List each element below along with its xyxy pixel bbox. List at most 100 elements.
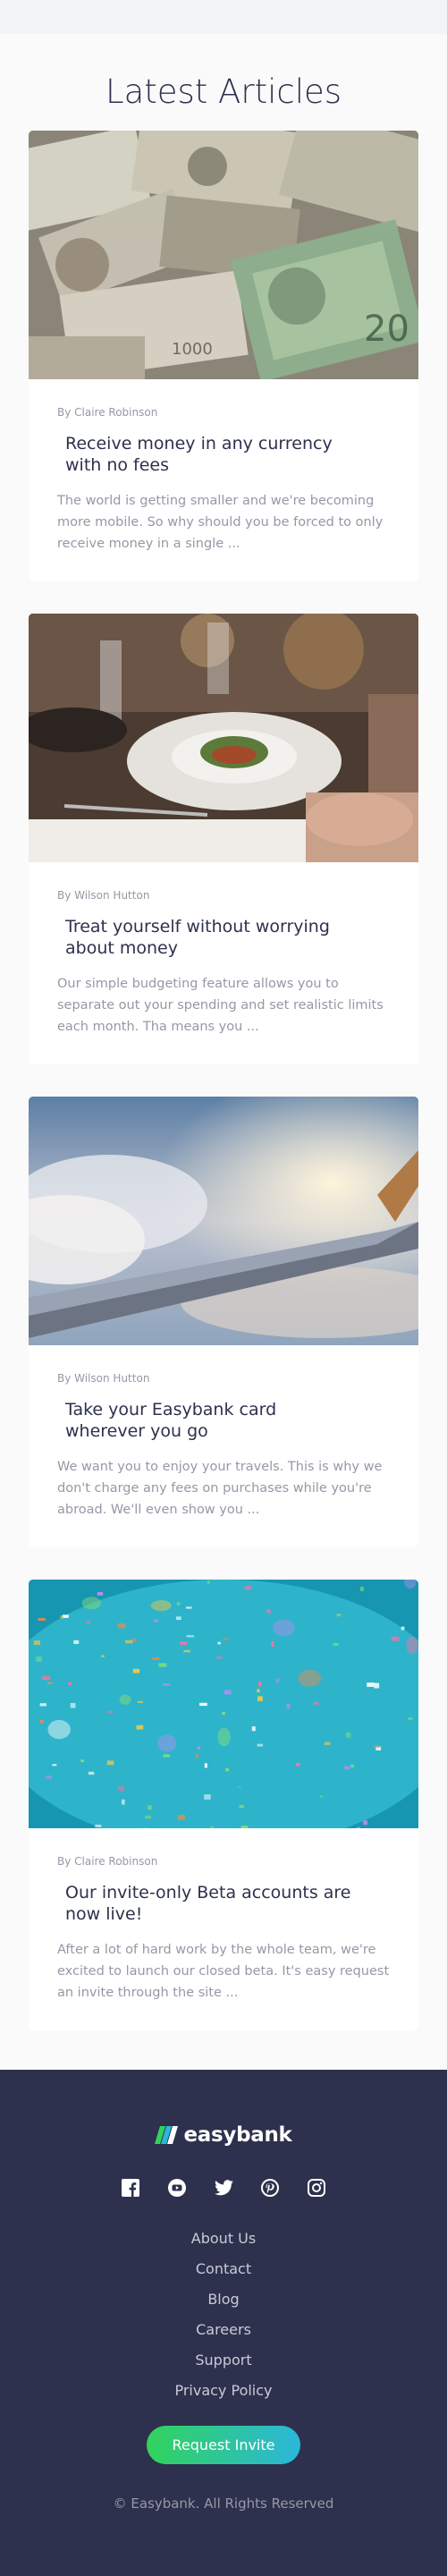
article-image-currency: 20 1000 — [29, 131, 418, 379]
svg-text:20: 20 — [364, 309, 409, 350]
confetti-piece — [137, 1700, 143, 1703]
article-title[interactable]: Receive money in any currency with no fe… — [65, 433, 390, 476]
confetti-piece — [196, 1753, 199, 1758]
confetti-bokeh — [273, 1619, 295, 1637]
confetti-piece — [266, 1609, 271, 1614]
confetti-piece — [204, 1763, 207, 1768]
footer-links: About Us Contact Blog Careers Support Pr… — [0, 2224, 447, 2406]
confetti-piece — [45, 1775, 52, 1780]
article-card[interactable]: By Wilson Hutton Treat yourself without … — [29, 614, 418, 1064]
article-author: By Claire Robinson — [57, 1855, 158, 1868]
easybank-logo[interactable]: easybank — [0, 2123, 447, 2147]
confetti-piece — [319, 1795, 324, 1798]
confetti-piece — [286, 1703, 291, 1709]
confetti-bokeh — [298, 1669, 322, 1687]
social-links — [0, 2178, 447, 2198]
confetti-piece — [183, 1649, 190, 1653]
confetti-piece — [101, 1655, 105, 1657]
confetti-piece — [60, 1615, 64, 1619]
confetti-piece — [240, 1826, 249, 1828]
confetti-piece — [42, 1676, 51, 1681]
confetti-piece — [122, 1799, 125, 1805]
article-body: By Claire Robinson Receive money in any … — [29, 379, 418, 581]
youtube-icon[interactable] — [167, 2178, 187, 2198]
confetti-piece — [163, 1683, 171, 1686]
article-card[interactable]: By Wilson Hutton Take your Easybank card… — [29, 1097, 418, 1547]
footer-link-contact[interactable]: Contact — [0, 2254, 447, 2284]
confetti-piece — [52, 1764, 57, 1767]
footer-link-blog[interactable]: Blog — [0, 2284, 447, 2315]
confetti-piece — [244, 1585, 252, 1590]
confetti-piece — [68, 1682, 72, 1685]
svg-text:1000: 1000 — [172, 340, 213, 359]
confetti-piece — [186, 1635, 194, 1638]
confetti-bokeh — [157, 1734, 177, 1752]
confetti-piece — [180, 1641, 187, 1645]
confetti-piece — [238, 1785, 241, 1788]
confetti-piece — [118, 1785, 125, 1792]
article-card[interactable]: By Claire Robinson Our invite-only Beta … — [29, 1580, 418, 2030]
article-body: By Wilson Hutton Treat yourself without … — [29, 862, 418, 1064]
confetti-piece — [33, 1640, 40, 1645]
confetti-piece — [258, 1682, 262, 1687]
article-title[interactable]: Our invite-only Beta accounts are now li… — [65, 1882, 390, 1925]
instagram-icon[interactable] — [307, 2178, 326, 2198]
confetti-piece — [401, 1626, 405, 1631]
facebook-icon[interactable] — [121, 2178, 140, 2198]
confetti-piece — [257, 1743, 264, 1747]
confetti-piece — [350, 1764, 354, 1768]
confetti-piece — [360, 1587, 364, 1591]
confetti-piece — [251, 1726, 256, 1732]
footer-link-privacy-policy[interactable]: Privacy Policy — [0, 2376, 447, 2406]
confetti-piece — [185, 1606, 192, 1609]
confetti-piece — [363, 1820, 367, 1826]
confetti-piece — [125, 1640, 133, 1644]
request-invite-button[interactable]: Request Invite — [147, 2426, 300, 2464]
confetti-piece — [391, 1636, 400, 1641]
article-excerpt: After a lot of hard work by the whole te… — [57, 1943, 390, 2000]
confetti-piece — [38, 1617, 46, 1621]
confetti-piece — [136, 1724, 144, 1730]
confetti-piece — [197, 1746, 201, 1750]
confetti-piece — [324, 1741, 331, 1746]
confetti-piece — [373, 1745, 381, 1749]
confetti-piece — [36, 1657, 42, 1662]
confetti-piece — [95, 1825, 102, 1828]
confetti-piece — [346, 1732, 351, 1738]
confetti-piece — [70, 1703, 76, 1708]
article-title[interactable]: Take your Easybank card wherever you go — [65, 1399, 390, 1442]
article-excerpt: The world is getting smaller and we're b… — [57, 494, 384, 551]
confetti-bokeh — [81, 1597, 102, 1610]
confetti-piece — [175, 1616, 181, 1621]
confetti-piece — [223, 1638, 230, 1640]
confetti-piece — [39, 1719, 44, 1724]
confetti-piece — [271, 1641, 274, 1647]
confetti-piece — [374, 1682, 380, 1689]
confetti-bokeh — [406, 1636, 418, 1655]
site-footer: easybank About Us Contact Blog Careers S… — [0, 2070, 447, 2576]
confetti-piece — [73, 1640, 80, 1644]
footer-link-about-us[interactable]: About Us — [0, 2224, 447, 2254]
confetti-piece — [356, 1826, 360, 1828]
article-body: By Claire Robinson Our invite-only Beta … — [29, 1828, 418, 2030]
article-image-restaurant — [29, 614, 418, 862]
article-title[interactable]: Treat yourself without worrying about mo… — [65, 916, 390, 959]
article-excerpt: We want you to enjoy your travels. This … — [57, 1460, 383, 1517]
confetti-piece — [239, 1804, 244, 1809]
confetti-piece — [210, 1826, 214, 1828]
twitter-icon[interactable] — [214, 2178, 233, 2198]
section-title: Latest Articles — [105, 72, 342, 111]
article-card[interactable]: 20 1000 By Claire Robinson Receive money… — [29, 131, 418, 581]
pinterest-icon[interactable] — [260, 2178, 280, 2198]
confetti-piece — [257, 1696, 263, 1701]
footer-link-support[interactable]: Support — [0, 2345, 447, 2376]
confetti-piece — [344, 1766, 350, 1769]
latest-articles-section: Latest Articles 20 1000 By Claire Robins… — [0, 34, 447, 2070]
footer-link-careers[interactable]: Careers — [0, 2315, 447, 2345]
article-image-airplane — [29, 1097, 418, 1345]
confetti-piece — [207, 1580, 210, 1584]
confetti-piece — [224, 1690, 232, 1695]
confetti-piece — [80, 1759, 84, 1763]
article-excerpt: Our simple budgeting feature allows you … — [57, 977, 384, 1034]
confetti-piece — [336, 1614, 342, 1617]
